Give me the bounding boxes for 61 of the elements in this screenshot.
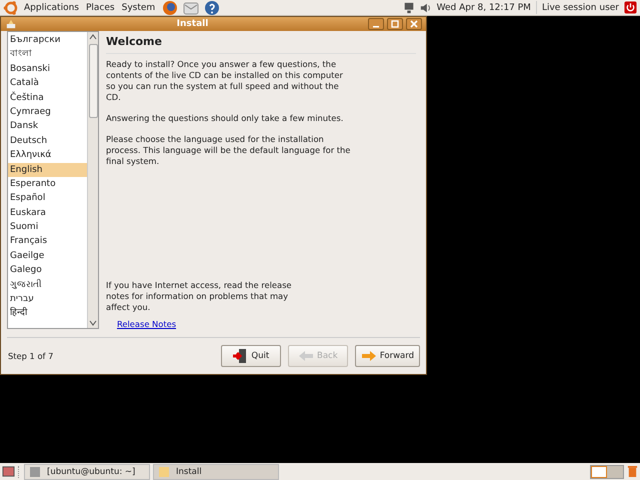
scroll-up-icon[interactable] — [89, 33, 97, 41]
menu-item[interactable]: Places — [86, 2, 115, 12]
workspace-switcher[interactable] — [590, 464, 624, 478]
close-icon — [410, 20, 418, 28]
window-title: Install — [176, 19, 210, 29]
heading: Welcome — [106, 31, 416, 54]
help-icon[interactable] — [204, 0, 220, 16]
scrollbar[interactable] — [87, 32, 98, 328]
taskbar-button[interactable]: [ubuntu@ubuntu: ~] — [24, 464, 150, 480]
language-item[interactable]: Deutsch — [8, 134, 87, 148]
clock[interactable]: Wed Apr 8, 12:17 PM — [436, 2, 531, 12]
menu-item[interactable]: System — [122, 2, 156, 12]
language-item[interactable]: Français — [8, 234, 87, 249]
show-desktop-icon[interactable] — [2, 465, 15, 478]
scroll-thumb[interactable] — [88, 44, 98, 118]
language-item[interactable]: Galego — [8, 263, 87, 278]
app-icon — [158, 466, 170, 478]
paragraph: If you have Internet access, read the release notes for information on problems that may affect you. — [106, 280, 293, 313]
forward-button[interactable]: Forward — [354, 345, 420, 367]
paragraph: Ready to install? Once you answer a few questions, the contents of the live CD can be installed on this computer so you can run the system at full speed and without the CD. — [106, 59, 344, 103]
language-item[interactable]: Català — [8, 76, 87, 91]
paragraph: Please choose the language used for the installation process. This language will be the default language for the final system. — [106, 134, 351, 167]
language-item[interactable]: עברית — [8, 292, 87, 306]
taskbar-button[interactable]: Install — [153, 464, 279, 480]
trash-icon[interactable] — [627, 465, 638, 478]
scroll-down-icon[interactable] — [89, 319, 97, 327]
language-item[interactable]: Gaeilge — [8, 248, 87, 264]
minimize-button[interactable] — [368, 18, 384, 30]
app-icon — [29, 466, 41, 478]
language-item[interactable]: Čeština — [8, 90, 87, 105]
release-notes-link[interactable]: Release Notes — [117, 319, 176, 329]
language-item[interactable]: Esperanto — [8, 176, 87, 192]
globe-icon[interactable] — [162, 0, 178, 16]
language-item[interactable]: Español — [8, 191, 87, 206]
language-item[interactable]: Dansk — [8, 119, 87, 134]
right-arrow-icon — [360, 348, 377, 364]
language-item[interactable]: Euskara — [8, 206, 87, 220]
language-item[interactable]: Ελληνικά — [8, 148, 87, 163]
language-item[interactable]: বাংলা — [8, 47, 87, 62]
power-icon[interactable] — [624, 1, 637, 14]
maximize-icon — [391, 20, 399, 28]
speaker-icon[interactable] — [420, 2, 432, 14]
language-item[interactable]: Suomi — [8, 220, 87, 234]
step-label: Step 1 of 7 — [7, 351, 54, 361]
maximize-button[interactable] — [387, 18, 403, 30]
envelope-icon[interactable] — [183, 0, 200, 16]
close-button[interactable] — [406, 18, 422, 30]
quit-button[interactable]: Quit — [220, 345, 281, 367]
language-item[interactable]: Български — [8, 33, 87, 48]
language-item[interactable]: English — [8, 162, 87, 177]
user-name[interactable]: Live session user — [542, 2, 619, 12]
menu-item[interactable]: Applications — [24, 2, 79, 12]
exit-door-icon — [232, 348, 248, 364]
language-item[interactable]: Cymraeg — [8, 104, 87, 120]
language-item[interactable]: Bosanski — [8, 62, 87, 76]
window-icon — [5, 19, 17, 29]
language-item[interactable]: हिन्दी — [8, 306, 87, 321]
language-item[interactable]: ગુજરાતી — [8, 278, 87, 292]
paragraph: Answering the questions should only take a few minutes. — [106, 113, 344, 124]
ubuntu-logo-icon[interactable] — [3, 0, 19, 16]
left-arrow-icon — [298, 348, 314, 364]
